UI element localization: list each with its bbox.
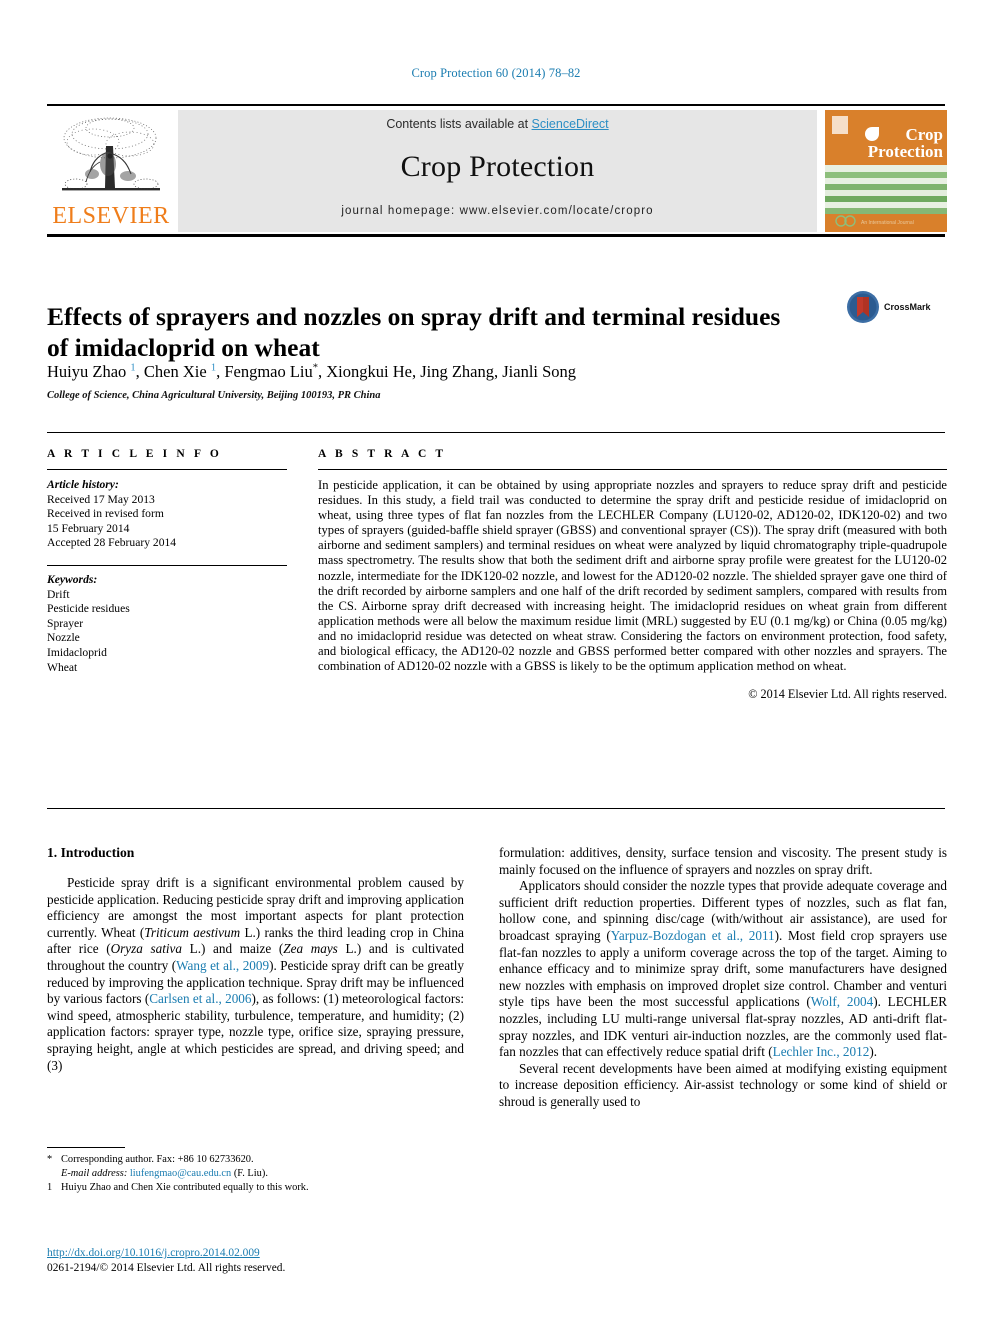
email-link[interactable]: liufengmao@cau.edu.cn (130, 1168, 231, 1179)
keyword-item: Nozzle (47, 631, 80, 645)
journal-title: Crop Protection (400, 150, 595, 183)
keyword-item: Sprayer (47, 616, 84, 630)
crossmark-badge[interactable]: CrossMark (846, 284, 946, 332)
issn-copyright-line: 0261-2194/© 2014 Elsevier Ltd. All right… (47, 1262, 286, 1274)
paragraph: formulation: additives, density, surface… (499, 845, 947, 877)
publication-info: http://dx.doi.org/10.1016/j.cropro.2014.… (47, 1246, 464, 1276)
section-heading-introduction: 1. Introduction (47, 845, 135, 860)
paragraph: Applicators should consider the nozzle t… (499, 878, 948, 1060)
header-rule-bottom (47, 234, 945, 237)
article-info-column: A R T I C L E I N F O Article history: R… (47, 448, 287, 675)
abstract-divider (318, 469, 947, 470)
affiliation: College of Science, China Agricultural U… (47, 390, 381, 401)
cover-title-line2: Protection (867, 142, 943, 161)
keywords-label: Keywords: (47, 572, 98, 586)
cover-globe-icon (835, 215, 856, 227)
footnote-marker-one: 1 (47, 1182, 53, 1194)
info-divider-1 (47, 469, 287, 470)
cover-footer-text: An International Journal (861, 220, 914, 226)
sciencedirect-link[interactable]: ScienceDirect (532, 117, 609, 131)
history-item: Received 17 May 2013 (47, 492, 155, 506)
abstract-copyright: © 2014 Elsevier Ltd. All rights reserved… (748, 687, 947, 702)
keyword-item: Pesticide residues (47, 602, 130, 616)
article-info-heading: A R T I C L E I N F O (47, 448, 222, 460)
footnotes: * Corresponding author. Fax: +86 10 62733… (47, 1153, 464, 1195)
history-label: Article history: (47, 478, 119, 491)
info-band-rule-top (47, 432, 945, 433)
footnote-corresponding-author: * Corresponding author. Fax: +86 10 62733… (47, 1153, 464, 1167)
running-head: Crop Protection 60 (2014) 78–82 (411, 66, 581, 80)
crossmark-icon (847, 291, 879, 323)
body-column-right: formulation: additives, density, surface… (499, 845, 947, 1111)
article-page: Crop Protection 60 (2014) 78–82 Contents… (0, 0, 992, 1323)
footnote-equal-text: Huiyu Zhao and Chen Xie contributed equa… (61, 1182, 309, 1194)
cover-title: Crop Protection (831, 126, 943, 160)
elsevier-wordmark: ELSEVIER (52, 203, 170, 229)
info-divider-2 (47, 564, 287, 566)
footnote-equal-contribution: 1 Huiyu Zhao and Chen Xie contributed equ… (47, 1181, 464, 1195)
abstract-text: In pesticide application, it can be obta… (318, 478, 947, 674)
paragraph: Pesticide spray drift is a significant e… (47, 875, 465, 1073)
crossmark-label: CrossMark (884, 302, 931, 312)
contents-available-line: Contents lists available at ScienceDirec… (178, 117, 817, 131)
article-history: Article history: Received 17 May 2013 Re… (47, 478, 287, 551)
email-suffix: (F. Liu). (233, 1167, 268, 1179)
keywords-list: Keywords: Drift Pesticide residues Spray… (47, 573, 287, 675)
keyword-item: Imidacloprid (47, 645, 107, 659)
header-rule-top (47, 104, 945, 106)
contents-prefix: Contents lists available at (386, 117, 532, 131)
history-item: 15 February 2014 (47, 521, 130, 535)
keyword-item: Drift (47, 587, 70, 601)
history-item: Accepted 28 February 2014 (47, 536, 177, 550)
journal-cover-thumbnail: Crop Protection An International Journal (825, 110, 947, 232)
body-column-left: 1. Introduction Pesticide spray drift is… (47, 845, 464, 1074)
page-title: Effects of sprayers and nozzles on spray… (47, 302, 781, 363)
doi-link[interactable]: http://dx.doi.org/10.1016/j.cropro.2014.… (47, 1247, 260, 1259)
elsevier-tree-icon (62, 117, 160, 191)
footnote-rule (47, 1147, 125, 1148)
elsevier-logo: ELSEVIER (48, 112, 174, 232)
abstract-heading: A B S T R A C T (318, 448, 447, 460)
footnote-corresponding-text: Corresponding author. Fax: +86 10 627336… (61, 1154, 254, 1165)
paragraph: Several recent developments have been ai… (499, 1060, 947, 1109)
keyword-item: Wheat (47, 660, 78, 674)
history-item: Received in revised form (47, 507, 164, 521)
email-label: E-mail address: (61, 1167, 128, 1179)
footnote-email: E-mail address: liufengmao@cau.edu.cn (F… (47, 1167, 464, 1181)
journal-homepage-line[interactable]: journal homepage: www.elsevier.com/locat… (178, 205, 817, 217)
abstract-column: A B S T R A C T In pesticide application… (318, 448, 947, 702)
author-list: Huiyu Zhao 1, Chen Xie 1, Fengmao Liu*, … (47, 362, 577, 381)
footnote-marker-star: * (47, 1154, 53, 1165)
info-band-rule-bottom (47, 808, 945, 809)
